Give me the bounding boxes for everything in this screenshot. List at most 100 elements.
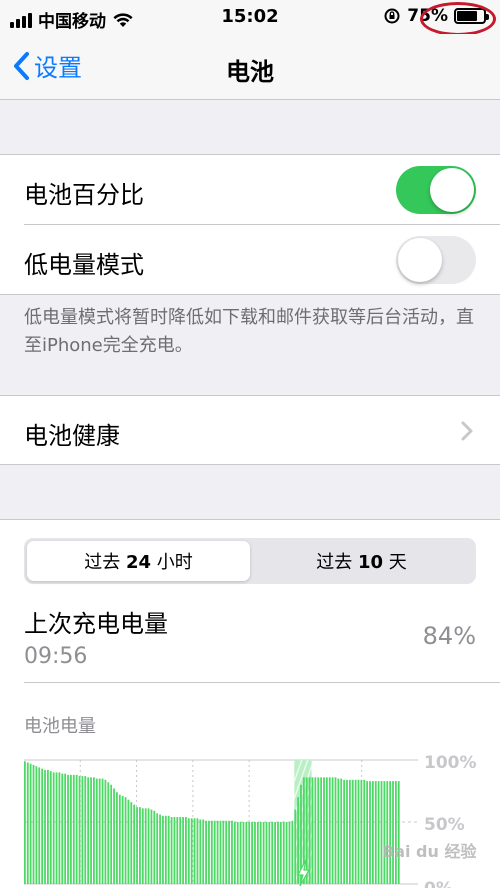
- chart-bar: [67, 774, 69, 884]
- tab-last-24-hours[interactable]: 过去 24 小时: [27, 541, 250, 581]
- low-power-toggle[interactable]: [396, 236, 476, 284]
- chart-bar: [325, 777, 328, 884]
- chart-bar: [130, 802, 133, 884]
- chart-bar: [72, 774, 75, 884]
- section-divider: [24, 682, 500, 683]
- chart-bar: [136, 807, 138, 884]
- chart-bar: [242, 822, 245, 884]
- chart-bar: [116, 792, 118, 884]
- chart-bar: [75, 774, 78, 884]
- chart-bar: [386, 781, 389, 884]
- battery-toggles-group: 电池百分比 低电量模式: [0, 154, 500, 295]
- chart-bar: [70, 774, 72, 884]
- last-charge-label: 上次充电电量: [24, 610, 168, 638]
- chart-bar: [254, 822, 256, 884]
- chart-bar: [24, 761, 26, 884]
- status-bar: 中国移动 15:02 75%: [0, 0, 500, 36]
- chart-bar: [245, 822, 248, 884]
- chart-bar: [271, 822, 274, 884]
- chart-bar: [150, 809, 153, 884]
- chart-bar: [236, 822, 239, 884]
- chart-bar: [294, 809, 297, 884]
- battery-health-row[interactable]: 电池健康: [0, 395, 500, 465]
- chart-bar: [394, 781, 397, 884]
- chart-bar: [110, 784, 113, 884]
- chart-bar: [305, 777, 308, 884]
- chart-bar: [288, 822, 291, 884]
- chart-bar: [173, 817, 176, 884]
- chart-bar: [251, 822, 253, 884]
- chart-bar: [331, 777, 334, 884]
- chart-bar: [210, 820, 213, 884]
- chart-bar: [164, 815, 167, 884]
- chart-bar: [317, 777, 320, 884]
- chart-bar: [159, 814, 161, 884]
- chart-bar: [113, 788, 115, 884]
- y-tick-label: 0%: [424, 879, 453, 888]
- chart-bar: [228, 820, 230, 884]
- chart-bar: [357, 779, 360, 884]
- chart-bar: [38, 767, 41, 884]
- chart-bar: [340, 778, 343, 884]
- chart-bar: [216, 820, 219, 884]
- chart-bar: [205, 820, 207, 884]
- chart-bar: [323, 777, 325, 884]
- battery-percentage-row: 电池百分比: [0, 155, 500, 225]
- chart-bar: [351, 779, 354, 884]
- toggle-knob: [430, 168, 474, 212]
- time-range-segmented-control: 过去 24 小时 过去 10 天: [24, 538, 476, 584]
- chart-bar: [248, 822, 251, 884]
- chart-bar: [32, 764, 35, 884]
- chart-bar: [124, 797, 127, 884]
- chart-bar: [35, 766, 38, 884]
- chart-bar: [133, 804, 136, 884]
- chart-bar: [141, 808, 144, 884]
- chart-bar: [41, 768, 44, 884]
- chart-bar: [26, 762, 29, 884]
- battery-level-chart: 100% 50% 0%: [0, 734, 500, 888]
- chart-bar: [308, 777, 311, 884]
- chart-bar: [98, 778, 101, 884]
- chart-bar: [187, 818, 190, 884]
- chart-bar: [199, 819, 202, 884]
- chart-bar: [81, 776, 84, 884]
- navigation-bar: 设置 电池: [0, 34, 500, 100]
- chart-bar: [369, 781, 371, 884]
- chart-bar: [47, 769, 49, 884]
- chart-bar: [360, 779, 363, 884]
- chart-bar: [213, 820, 216, 884]
- battery-percentage-label: 电池百分比: [24, 181, 144, 209]
- chart-bar: [277, 822, 279, 884]
- chart-bar: [90, 777, 92, 884]
- chart-bar: [219, 820, 222, 884]
- chart-bar: [397, 781, 400, 884]
- chart-bar: [371, 781, 374, 884]
- chart-bar: [377, 781, 380, 884]
- chart-bar: [121, 795, 124, 884]
- chart-bar: [44, 769, 46, 884]
- last-charge-time: 09:56: [24, 644, 88, 669]
- battery-percentage-toggle[interactable]: [396, 166, 476, 214]
- chart-bar: [95, 778, 98, 884]
- chart-bar: [208, 820, 210, 884]
- chart-bar: [274, 822, 276, 884]
- tab-label: 过去 10 天: [316, 552, 407, 573]
- battery-health-label: 电池健康: [24, 422, 120, 450]
- chart-bar: [222, 820, 225, 884]
- chart-bar: [285, 822, 288, 884]
- chart-bar: [104, 779, 107, 884]
- chart-bar: [127, 799, 130, 884]
- chart-bar: [268, 822, 271, 884]
- tab-last-10-days[interactable]: 过去 10 天: [250, 541, 473, 581]
- y-tick-label: 50%: [424, 815, 465, 835]
- chart-bar: [343, 779, 346, 884]
- chart-bar: [262, 822, 265, 884]
- chart-bar: [196, 818, 199, 884]
- chart-bar: [107, 782, 110, 884]
- chart-bar: [61, 773, 64, 884]
- chart-bar: [139, 807, 141, 884]
- annotation-circle: [420, 2, 496, 36]
- chart-bar: [383, 781, 386, 884]
- chart-bar: [239, 822, 242, 884]
- chevron-right-icon: [461, 421, 473, 441]
